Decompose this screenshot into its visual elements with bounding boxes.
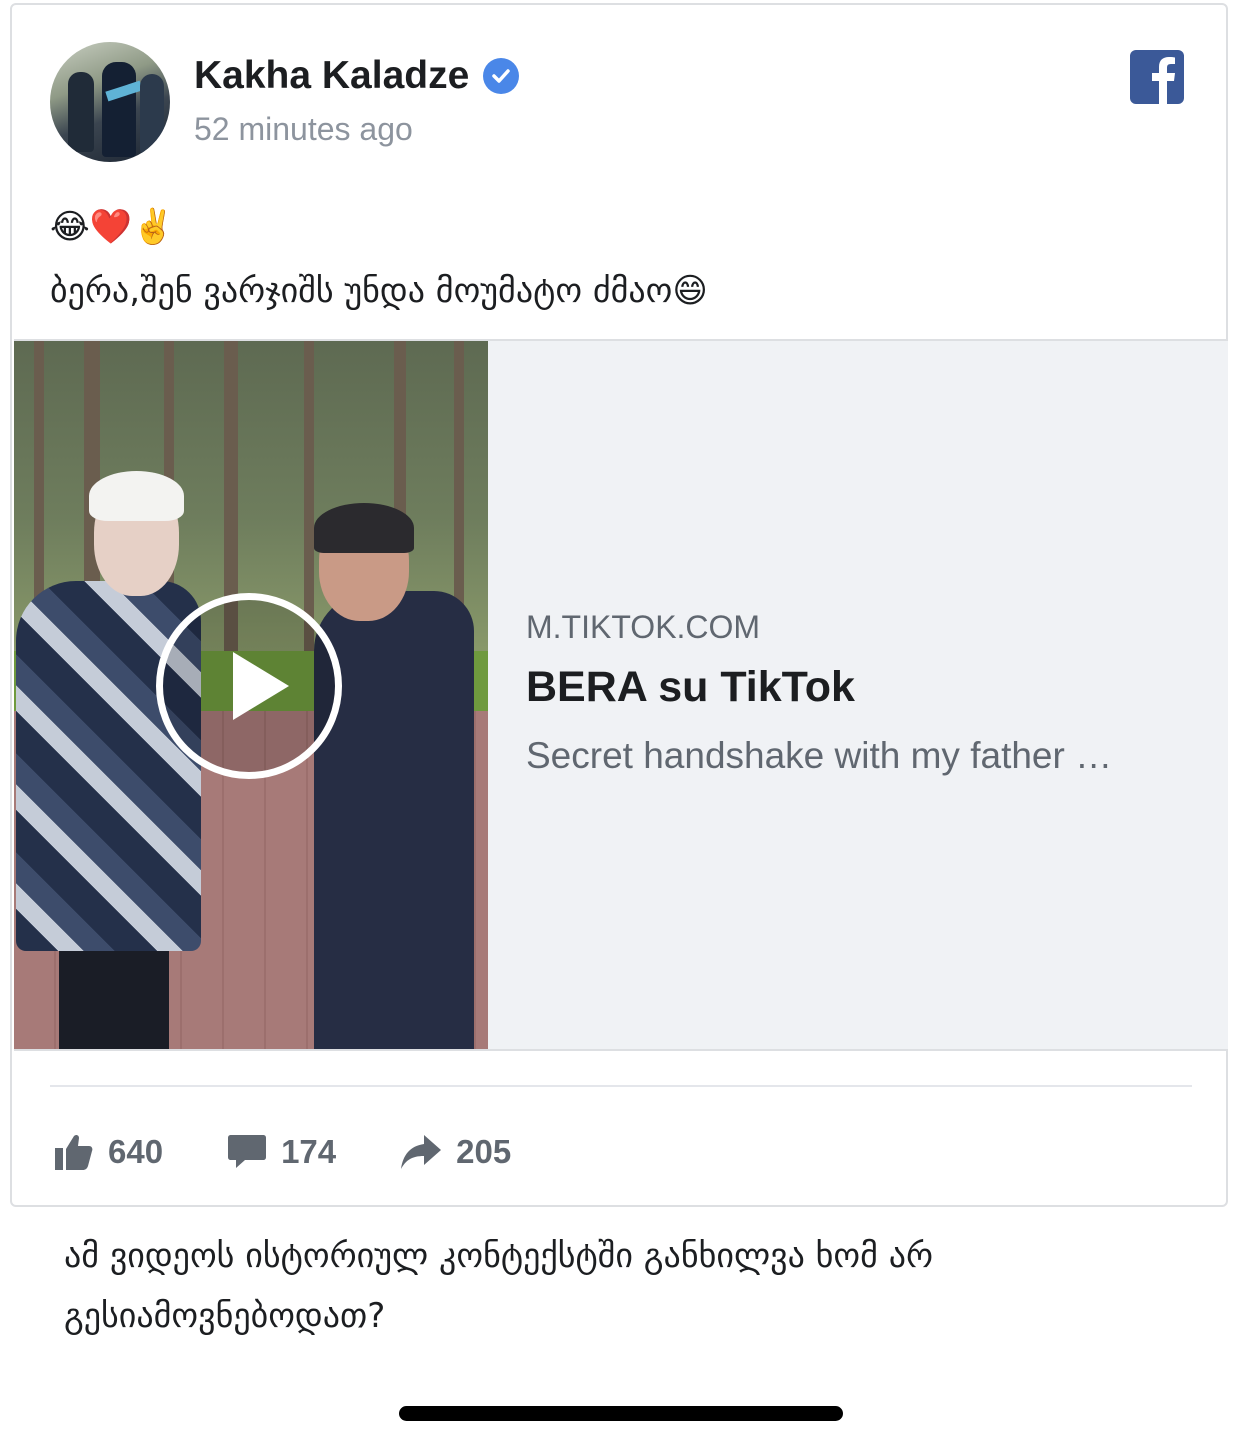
play-button-icon[interactable] — [156, 593, 342, 779]
thumbnail-person-right — [314, 503, 414, 553]
author-avatar[interactable] — [50, 42, 170, 162]
post-emoji-line: 😂❤️✌️ — [50, 207, 175, 247]
link-preview[interactable]: M.TIKTOK.COM BERA su TikTok Secret hands… — [14, 339, 1228, 1051]
verified-badge-icon — [483, 58, 520, 94]
facebook-logo-icon[interactable] — [1130, 50, 1184, 104]
avatar-figure — [68, 72, 94, 152]
comment-icon — [228, 1135, 267, 1168]
facebook-post-card: Kakha Kaladze 52 minutes ago 😂❤️✌️ ბერა,… — [10, 3, 1228, 1207]
avatar-figure — [140, 74, 164, 154]
video-thumbnail[interactable] — [14, 341, 488, 1049]
comment-action[interactable]: 174 — [227, 1133, 336, 1171]
thumbs-up-icon — [55, 1134, 93, 1170]
author-name[interactable]: Kakha Kaladze — [194, 54, 469, 98]
like-count: 640 — [108, 1133, 164, 1170]
stats-divider — [50, 1085, 1192, 1087]
link-title[interactable]: BERA su TikTok — [526, 663, 855, 712]
like-action[interactable]: 640 — [54, 1133, 163, 1171]
link-description: Secret handshake with my father … — [526, 735, 1113, 776]
thumbnail-person-left — [89, 471, 184, 521]
post-timestamp[interactable]: 52 minutes ago — [194, 111, 413, 148]
quote-caption: ამ ვიდეოს ისტორიულ კონტექსტში განხილვა ხ… — [64, 1236, 934, 1336]
thumbnail-person-left — [59, 941, 169, 1049]
share-count: 205 — [456, 1133, 512, 1170]
home-indicator[interactable] — [399, 1406, 843, 1421]
avatar-figure — [102, 62, 136, 157]
post-text: 😂❤️✌️ ბერა,შენ ვარჯიშს უნდა მოუმატო ძმაო… — [50, 195, 708, 323]
comment-count: 174 — [281, 1133, 337, 1170]
post-message-line: ბერა,შენ ვარჯიშს უნდა მოუმატო ძმაო😄 — [50, 271, 708, 311]
link-domain: M.TIKTOK.COM — [526, 609, 761, 645]
post-actions: 640 174 205 — [54, 1127, 575, 1177]
post-author: Kakha Kaladze — [194, 54, 520, 98]
cutoff-next-text — [20, 1436, 1220, 1445]
share-arrow-icon — [401, 1135, 442, 1169]
share-action[interactable]: 205 — [400, 1133, 511, 1171]
